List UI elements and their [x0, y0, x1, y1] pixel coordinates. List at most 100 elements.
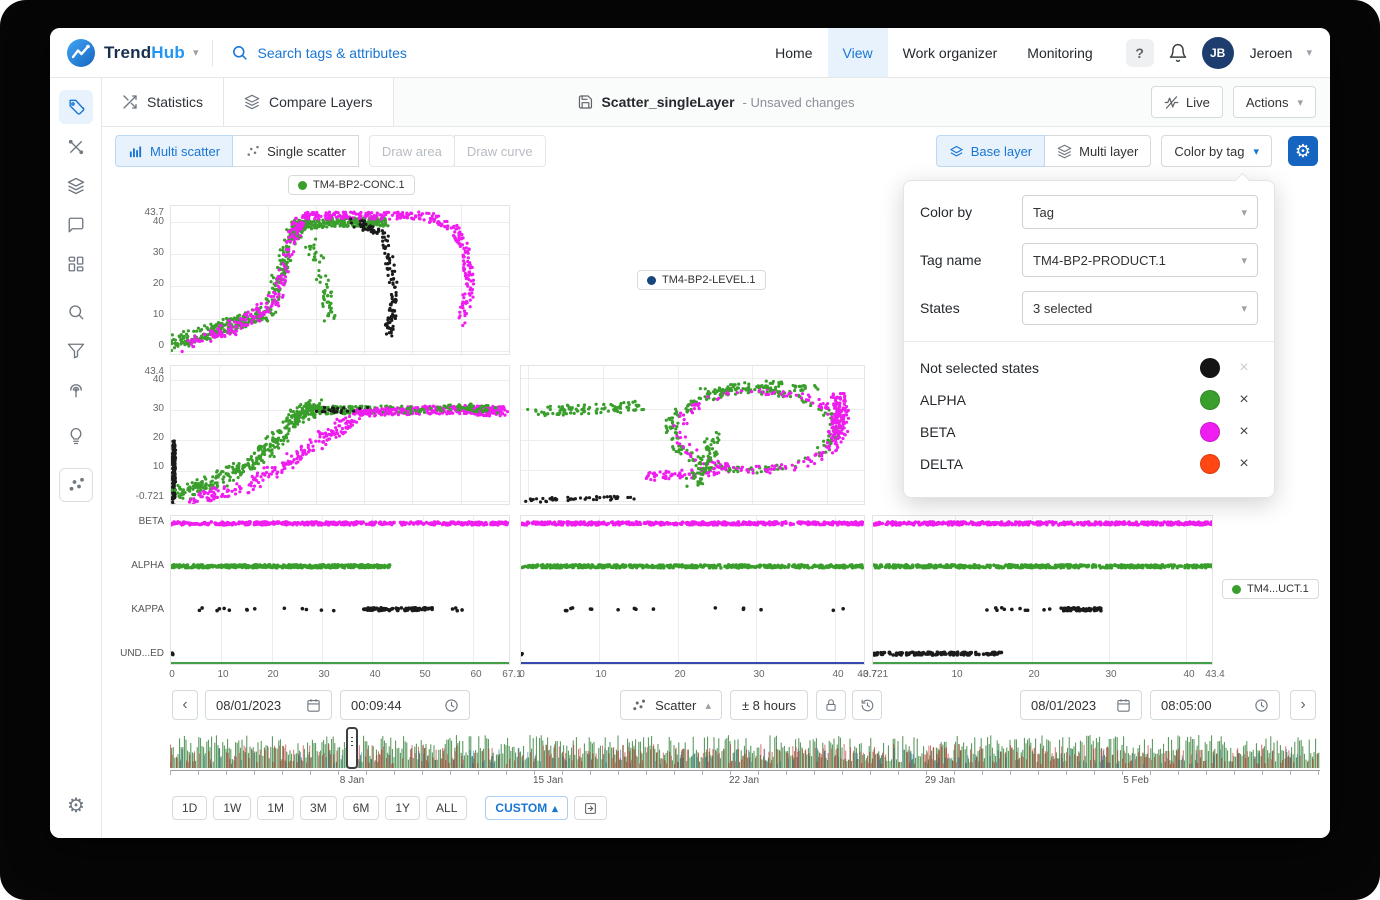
multi-layer-label: Multi layer	[1079, 144, 1138, 159]
tag-name-select[interactable]: TM4-BP2-PRODUCT.1 ▾	[1022, 243, 1258, 277]
context-timeline[interactable]	[170, 728, 1320, 768]
nav-work-organizer[interactable]: Work organizer	[888, 28, 1013, 77]
remove-state-button[interactable]: ×	[1230, 391, 1258, 409]
sidebar-signal-button[interactable]	[59, 373, 93, 407]
range-1w-button[interactable]: 1W	[213, 796, 251, 820]
sidebar-scatter-button[interactable]	[59, 468, 93, 502]
legend-level[interactable]: TM4-BP2-LEVEL.1	[637, 270, 766, 290]
prev-icon: ‹	[182, 696, 187, 714]
chart-type-select[interactable]: Scatter ▴	[620, 690, 722, 720]
legend-conc-label: TM4-BP2-CONC.1	[313, 179, 405, 191]
state-label: DELTA	[920, 456, 1200, 472]
sidebar-dashboard-button[interactable]	[59, 247, 93, 281]
x-tick: 30	[737, 669, 781, 680]
range-3m-button[interactable]: 3M	[300, 796, 337, 820]
strip-chart-right[interactable]	[872, 515, 1213, 665]
remove-state-button[interactable]: ×	[1230, 455, 1258, 473]
live-button-label: Live	[1186, 95, 1210, 110]
sidebar-filter-button[interactable]	[59, 334, 93, 368]
range-1y-button[interactable]: 1Y	[385, 796, 420, 820]
avatar[interactable]: JB	[1202, 37, 1234, 69]
caret-up-icon: ▴	[705, 699, 711, 712]
brand-primary: Trend	[104, 43, 151, 62]
draw-area-button: Draw area	[369, 135, 455, 167]
user-caret-down-icon[interactable]: ▾	[1306, 46, 1312, 59]
tools-icon	[67, 138, 85, 156]
y-tick: 10	[102, 309, 164, 320]
single-scatter-button[interactable]: Single scatter	[232, 135, 359, 167]
base-layer-label: Base layer	[971, 144, 1032, 159]
sidebar-layers-button[interactable]	[59, 169, 93, 203]
scatter-chart-level-left[interactable]	[170, 365, 510, 505]
multi-layer-button[interactable]: Multi layer	[1044, 135, 1151, 167]
save-icon[interactable]	[577, 94, 593, 110]
state-row-alpha: ALPHA ×	[920, 384, 1258, 416]
nav-view[interactable]: View	[828, 28, 888, 77]
help-button[interactable]: ?	[1126, 39, 1154, 67]
sidebar-tools-button[interactable]	[59, 130, 93, 164]
lightbulb-icon	[67, 427, 85, 445]
remove-state-button[interactable]: ×	[1230, 423, 1258, 441]
sidebar-search-button[interactable]	[59, 295, 93, 329]
legend-dot-green	[298, 181, 307, 190]
sidebar-settings-button[interactable]: ⚙	[59, 788, 93, 822]
scatter-chart-level-center[interactable]	[520, 365, 865, 505]
divider	[904, 341, 1274, 342]
sidebar-recommendations-button[interactable]	[59, 419, 93, 453]
brand-caret-down-icon[interactable]: ▾	[193, 46, 199, 59]
brand[interactable]: TrendHub ▾	[66, 38, 198, 68]
step-back-button[interactable]: ‹	[172, 690, 198, 720]
draw-area-label: Draw area	[382, 144, 442, 159]
duration-button[interactable]: ± 8 hours	[730, 690, 808, 720]
range-1m-button[interactable]: 1M	[257, 796, 294, 820]
custom-range-picker-button[interactable]	[574, 796, 607, 820]
color-by-tag-button[interactable]: Color by tag ▾	[1161, 135, 1272, 167]
history-button[interactable]	[852, 690, 882, 720]
states-select[interactable]: 3 selected ▾	[1022, 291, 1258, 325]
strip-chart-left[interactable]	[170, 515, 510, 665]
range-1d-button[interactable]: 1D	[172, 796, 207, 820]
search-bar[interactable]: Search tags & attributes	[231, 44, 406, 61]
chart-settings-button[interactable]: ⚙	[1288, 136, 1318, 166]
caret-up-icon: ▴	[552, 802, 558, 815]
step-forward-button[interactable]: ›	[1290, 690, 1316, 720]
range-all-button[interactable]: ALL	[426, 796, 467, 820]
nav-monitoring[interactable]: Monitoring	[1012, 28, 1107, 77]
tab-compare-layers[interactable]: Compare Layers	[224, 78, 394, 126]
start-time-field[interactable]: 00:09:44	[340, 690, 470, 720]
scatter-chart-conc[interactable]	[170, 205, 510, 355]
legend-dot-blue	[647, 276, 656, 285]
scatter-type-icon	[631, 698, 646, 713]
end-date-field[interactable]: 08/01/2023	[1020, 690, 1142, 720]
strip-chart-middle[interactable]	[520, 515, 865, 665]
range-custom-button[interactable]: CUSTOM ▴	[485, 796, 567, 820]
filter-icon	[67, 342, 85, 360]
sidebar-comments-button[interactable]	[59, 208, 93, 242]
scatter-plot-icon	[67, 476, 85, 494]
actions-button[interactable]: Actions ▾	[1233, 86, 1316, 118]
multi-scatter-button[interactable]: Multi scatter	[115, 135, 233, 167]
legend-conc[interactable]: TM4-BP2-CONC.1	[288, 175, 415, 195]
x-tick: 10	[935, 669, 979, 680]
legend-product[interactable]: TM4...UCT.1	[1222, 579, 1319, 599]
range-6m-button[interactable]: 6M	[343, 796, 380, 820]
timeline-slider-handle[interactable]	[346, 727, 358, 769]
category-label: UND...ED	[102, 648, 164, 659]
sidebar-tags-button[interactable]	[59, 90, 93, 124]
box-arrow-icon	[584, 802, 597, 815]
tab-statistics[interactable]: Statistics	[102, 78, 224, 126]
base-layer-button[interactable]: Base layer	[936, 135, 1045, 167]
color-by-select[interactable]: Tag ▾	[1022, 195, 1258, 229]
user-name[interactable]: Jeroen	[1250, 45, 1293, 61]
notifications-bell-icon[interactable]	[1168, 43, 1188, 63]
y-tick: 20	[102, 432, 164, 443]
nav-home[interactable]: Home	[760, 28, 827, 77]
end-time-field[interactable]: 08:05:00	[1150, 690, 1280, 720]
top-icons: ? JB Jeroen ▾	[1126, 37, 1312, 69]
live-button[interactable]: Live	[1151, 86, 1223, 118]
lock-button[interactable]	[816, 690, 846, 720]
tag-name-field-label: Tag name	[920, 252, 1022, 268]
start-date-field[interactable]: 08/01/2023	[205, 690, 332, 720]
color-by-popover: Color by Tag ▾ Tag name TM4-BP2-PRODUCT.…	[903, 180, 1275, 498]
remove-state-button: ×	[1230, 359, 1258, 377]
